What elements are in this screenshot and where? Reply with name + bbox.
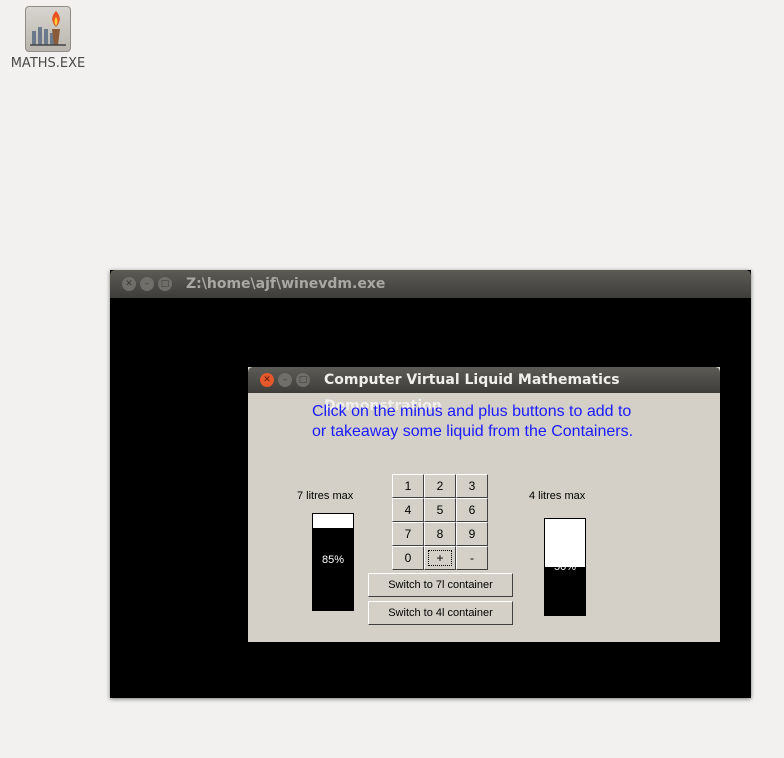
desktop-icon-label: MATHS.EXE: [10, 56, 86, 71]
left-container-percent: 85%: [321, 554, 345, 566]
digit-key-8[interactable]: 8: [424, 522, 456, 546]
maximize-icon[interactable]: □: [158, 277, 172, 291]
winevdm-window: ✕ – □ Z:\home\ajf\winevdm.exe ✕ – □ Comp…: [110, 270, 751, 698]
digit-key-9[interactable]: 9: [456, 522, 488, 546]
switch-7l-button[interactable]: Switch to 7l container: [368, 573, 513, 597]
minimize-icon[interactable]: –: [278, 373, 292, 387]
instruction-line-2: or takeaway some liquid from the Contain…: [312, 423, 634, 440]
digit-key-6[interactable]: 6: [456, 498, 488, 522]
torch-icon: [25, 6, 71, 52]
instruction-line-1: Click on the minus and plus buttons to a…: [312, 403, 632, 420]
liquid-demo-titlebar[interactable]: ✕ – □ Computer Virtual Liquid Mathematic…: [248, 367, 720, 414]
digit-key-4[interactable]: 4: [392, 498, 424, 522]
digit-key-1[interactable]: 1: [392, 474, 424, 498]
digit-key-5[interactable]: 5: [424, 498, 456, 522]
minimize-icon[interactable]: –: [140, 277, 154, 291]
digit-key-0[interactable]: 0: [392, 546, 424, 570]
close-icon[interactable]: ✕: [260, 373, 274, 387]
liquid-demo-window: ✕ – □ Computer Virtual Liquid Mathematic…: [248, 367, 720, 642]
winevdm-titlebar[interactable]: ✕ – □ Z:\home\ajf\winevdm.exe: [110, 270, 751, 298]
digit-key-2[interactable]: 2: [424, 474, 456, 498]
right-container-liquid: [545, 567, 585, 615]
digit-key-3[interactable]: 3: [456, 474, 488, 498]
left-container-liquid: [313, 528, 353, 610]
maximize-icon[interactable]: □: [296, 373, 310, 387]
plus-key[interactable]: +: [424, 546, 456, 570]
left-container: 85%: [312, 513, 354, 611]
right-container: 50%: [544, 518, 586, 616]
winevdm-title: Z:\home\ajf\winevdm.exe: [186, 276, 386, 292]
instruction-text: Click on the minus and plus buttons to a…: [312, 402, 712, 442]
digit-key-7[interactable]: 7: [392, 522, 424, 546]
desktop-icon-maths[interactable]: MATHS.EXE: [8, 4, 88, 71]
close-icon[interactable]: ✕: [122, 277, 136, 291]
switch-4l-button[interactable]: Switch to 4l container: [368, 601, 513, 625]
minus-key[interactable]: -: [456, 546, 488, 570]
right-container-percent: 50%: [553, 561, 577, 573]
left-container-label: 7 litres max: [297, 490, 354, 502]
number-keypad: 1 2 3 4 5 6 7 8 9 0 + -: [392, 474, 488, 570]
right-container-label: 4 litres max: [529, 490, 586, 502]
